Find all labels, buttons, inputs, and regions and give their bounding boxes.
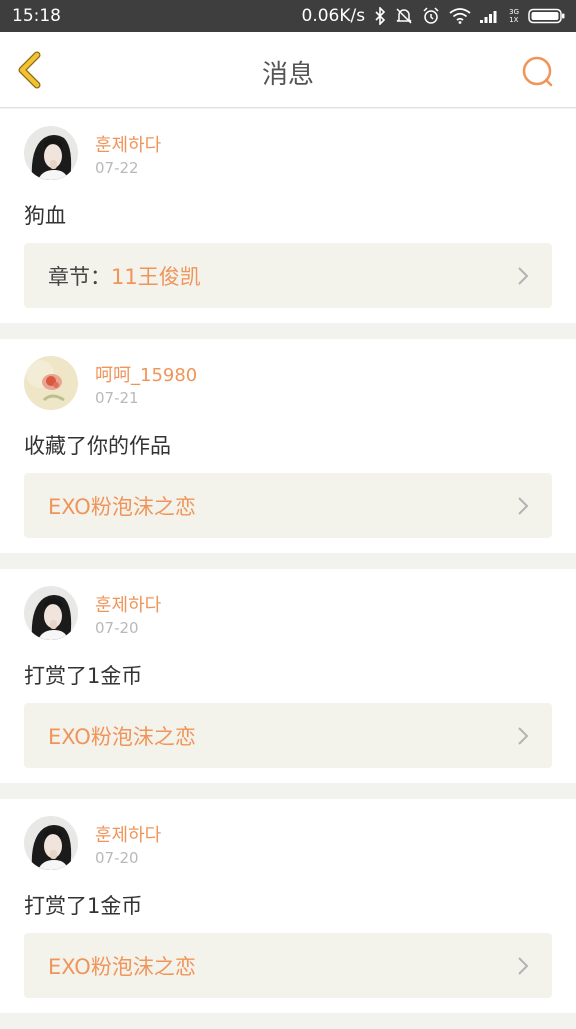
link-prefix: 章节： (48, 264, 111, 289)
girl-photo-icon (24, 816, 78, 870)
avatar[interactable] (24, 816, 78, 870)
link-title: EXO粉泡沫之恋 (48, 954, 196, 979)
mute-icon (395, 7, 413, 25)
username[interactable]: 훈제하다 (95, 131, 161, 157)
flower-photo-icon (24, 356, 78, 410)
message-date: 07-22 (95, 159, 139, 177)
link-title: EXO粉泡沫之恋 (48, 724, 196, 749)
message-text: 收藏了你的作品 (24, 434, 171, 458)
avatar[interactable] (24, 126, 78, 180)
message-card: 훈제하다 07-22 狗血 章节： 11王俊凯 (0, 109, 576, 323)
message-date: 07-20 (95, 619, 139, 637)
signal-icon (480, 8, 500, 24)
message-card: 훈제하다 07-20 打赏了1金币 EXO粉泡沫之恋 (0, 569, 576, 783)
page-title: 消息 (261, 60, 314, 90)
battery-icon (528, 8, 566, 24)
message-text: 打赏了1金币 (24, 894, 143, 918)
chevron-right-icon (518, 727, 529, 745)
network-type: 3G 1X (509, 8, 519, 24)
link-title: EXO粉泡沫之恋 (48, 494, 196, 519)
back-button[interactable] (12, 50, 52, 90)
message-text: 狗血 (24, 204, 66, 228)
username[interactable]: 훈제하다 (95, 821, 161, 847)
message-text: 打赏了1金币 (24, 664, 143, 688)
chevron-right-icon (518, 497, 529, 515)
search-icon (522, 56, 553, 87)
message-card: 呵呵_15980 07-21 收藏了你的作品 EXO粉泡沫之恋 (0, 339, 576, 553)
search-button[interactable] (518, 52, 558, 92)
message-list: 훈제하다 07-22 狗血 章节： 11王俊凯 呵呵_15980 07-21 收… (0, 109, 576, 1029)
bluetooth-icon (374, 7, 386, 25)
message-date: 07-21 (95, 389, 139, 407)
username[interactable]: 呵呵_15980 (95, 361, 197, 387)
chevron-left-icon (18, 51, 41, 89)
avatar[interactable] (24, 586, 78, 640)
wifi-icon (449, 8, 471, 24)
work-link[interactable]: EXO粉泡沫之恋 (24, 473, 552, 538)
chevron-right-icon (518, 267, 529, 285)
work-link[interactable]: EXO粉泡沫之恋 (24, 933, 552, 998)
status-time: 15:18 (12, 6, 61, 26)
network-speed: 0.06K/s (301, 6, 366, 26)
link-title: 11王俊凯 (111, 264, 201, 289)
message-date: 07-20 (95, 849, 139, 867)
message-card: 훈제하다 07-20 打赏了1金币 EXO粉泡沫之恋 (0, 799, 576, 1013)
status-icons: 0.06K/s 3G 1X (302, 6, 566, 26)
username[interactable]: 훈제하다 (95, 591, 161, 617)
alarm-icon (422, 7, 440, 25)
work-link[interactable]: EXO粉泡沫之恋 (24, 703, 552, 768)
girl-photo-icon (24, 126, 78, 180)
avatar[interactable] (24, 356, 78, 410)
girl-photo-icon (24, 586, 78, 640)
header-bar: 消息 (0, 32, 576, 108)
chapter-link[interactable]: 章节： 11王俊凯 (24, 243, 552, 308)
status-bar: 15:18 0.06K/s 3G 1X (0, 0, 576, 32)
chevron-right-icon (518, 957, 529, 975)
